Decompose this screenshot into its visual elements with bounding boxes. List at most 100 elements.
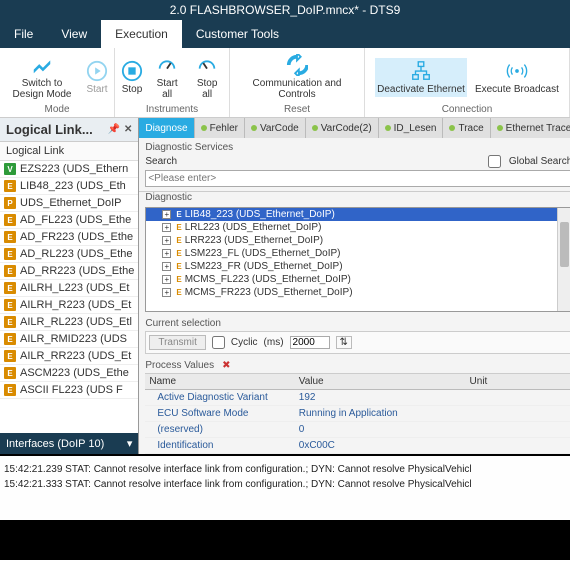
stepper-icon[interactable]: ⇅ — [336, 336, 352, 349]
diag-services-label: Diagnostic Services — [145, 142, 570, 153]
gauge-icon — [156, 54, 178, 76]
close-icon[interactable]: ✕ — [124, 124, 132, 135]
transmit-button[interactable]: Transmit — [149, 335, 206, 350]
col-value[interactable]: Value — [295, 374, 466, 389]
list-item[interactable]: EASCII FL223 (UDS F — [0, 382, 138, 399]
bottom-bar — [0, 520, 570, 560]
menu-bar: File View Execution Customer Tools — [0, 20, 570, 48]
process-values-table: Name Value Unit Active Diagnostic Varian… — [145, 373, 570, 454]
deact-label: Deactivate Ethernet — [377, 84, 465, 95]
list-item[interactable]: ELIB48_223 (UDS_Eth — [0, 178, 138, 195]
chevron-down-icon: ▾ — [127, 437, 133, 450]
process-values-label: Process Values — [145, 360, 214, 371]
pin-pv-icon[interactable]: ✖ — [222, 360, 230, 371]
design-label: Switch to Design Mode — [6, 78, 78, 100]
list-item[interactable]: EAILRH_L223 (UDS_Et — [0, 280, 138, 297]
pin-icon[interactable]: 📌 — [108, 124, 120, 135]
lp-subheader: Logical Link — [0, 142, 138, 161]
list-item[interactable]: EAD_RL223 (UDS_Ethe — [0, 246, 138, 263]
col-name[interactable]: Name — [145, 374, 294, 389]
menu-view[interactable]: View — [47, 20, 101, 48]
gauge2-icon — [196, 54, 218, 76]
list-item[interactable]: EAILR_RMID223 (UDS — [0, 331, 138, 348]
list-item[interactable]: EAILR_RR223 (UDS_Et — [0, 348, 138, 365]
tree-item[interactable]: +E MCMS_FL223 (UDS_Ethernet_DoIP) — [146, 273, 570, 286]
conn-label: Connection — [442, 104, 493, 115]
mode-group-label: Mode — [44, 104, 69, 115]
cyclic-label: Cyclic — [231, 337, 258, 348]
tab-bar: DiagnoseFehlerVarCodeVarCode(2)ID_LesenT… — [139, 118, 570, 138]
interfaces-label: Interfaces (DoIP 10) — [6, 438, 104, 450]
menu-execution[interactable]: Execution — [101, 20, 182, 48]
tab-id_lesen[interactable]: ID_Lesen — [379, 118, 444, 138]
list-item[interactable]: EAD_FL223 (UDS_Ethe — [0, 212, 138, 229]
cyclic-checkbox[interactable] — [212, 336, 225, 349]
menu-customer[interactable]: Customer Tools — [182, 20, 293, 48]
broadcast-icon — [506, 60, 528, 82]
col-unit[interactable]: Unit — [466, 374, 570, 389]
comm-label: Communication and Controls — [236, 78, 358, 100]
tab-fehler[interactable]: Fehler — [195, 118, 245, 138]
tree-item[interactable]: +E MCMS_FR223 (UDS_Ethernet_DoIP) — [146, 286, 570, 299]
table-row[interactable]: ECU Software ModeRunning in Application — [145, 406, 570, 422]
list-item[interactable]: PUDS_Ethernet_DoIP — [0, 195, 138, 212]
global-search-checkbox[interactable] — [488, 155, 501, 168]
design-mode-button[interactable]: Switch to Design Mode — [6, 54, 78, 100]
tab-trace[interactable]: Trace — [443, 118, 490, 138]
logical-link-list[interactable]: VEZS223 (UDS_EthernELIB48_223 (UDS_EthPU… — [0, 161, 138, 433]
tab-diagnose[interactable]: Diagnose — [139, 118, 194, 138]
list-item[interactable]: EAILRH_R223 (UDS_Et — [0, 297, 138, 314]
diagnostic-tree[interactable]: +E LIB48_223 (UDS_Ethernet_DoIP)+E LRL22… — [145, 207, 570, 312]
list-item[interactable]: EASCM223 (UDS_Ethe — [0, 365, 138, 382]
instruments-label: Instruments — [146, 104, 198, 115]
refresh-icon — [286, 54, 308, 76]
table-row[interactable]: Active Diagnostic Variant192 — [145, 390, 570, 406]
stop-icon — [121, 60, 143, 82]
diagnostic-label: Diagnostic — [139, 192, 570, 203]
tree-item[interactable]: +E LRR223 (UDS_Ethernet_DoIP) — [146, 234, 570, 247]
ribbon: Switch to Design Mode Start Mode Stop St… — [0, 48, 570, 118]
logical-link-pane: Logical Link... 📌 ✕ Logical Link VEZS223 … — [0, 118, 139, 454]
stopall-button[interactable]: Stop all — [191, 54, 223, 100]
startall-label: Start all — [151, 78, 183, 100]
tree-scrollbar[interactable] — [557, 208, 570, 311]
play-icon — [86, 60, 108, 82]
table-row[interactable]: (reserved)0 — [145, 422, 570, 438]
current-selection-label: Current selection — [145, 318, 570, 329]
table-row[interactable]: Identification0xC00C — [145, 438, 570, 454]
lp-title: Logical Link... — [6, 122, 93, 137]
menu-file[interactable]: File — [0, 20, 47, 48]
list-item[interactable]: EAILR_RL223 (UDS_Etl — [0, 314, 138, 331]
reset-label: Reset — [284, 104, 310, 115]
list-item[interactable]: EAD_RR223 (UDS_Ethe — [0, 263, 138, 280]
design-icon — [31, 54, 53, 76]
tree-item[interactable]: +E LSM223_FL (UDS_Ethernet_DoIP) — [146, 247, 570, 260]
window-title: 2.0 FLASHBROWSER_DoIP.mncx* - DTS9 — [0, 0, 570, 20]
ms-input[interactable] — [290, 336, 330, 349]
tree-item[interactable]: +E LRL223 (UDS_Ethernet_DoIP) — [146, 221, 570, 234]
stop-label: Stop — [122, 84, 143, 95]
stopall-label: Stop all — [191, 78, 223, 100]
search-label: Search — [145, 156, 177, 167]
tree-item[interactable]: +E LSM223_FR (UDS_Ethernet_DoIP) — [146, 260, 570, 273]
tab-ethernet trace[interactable]: Ethernet Trace — [491, 118, 570, 138]
deactivate-eth-button[interactable]: Deactivate Ethernet — [375, 58, 467, 97]
startall-button[interactable]: Start all — [151, 54, 183, 100]
stop-button[interactable]: Stop — [121, 60, 143, 95]
list-item[interactable]: VEZS223 (UDS_Ethern — [0, 161, 138, 178]
exec-label: Execute Broadcast — [475, 84, 559, 95]
tab-varcode[interactable]: VarCode — [245, 118, 306, 138]
list-item[interactable]: EAD_FR223 (UDS_Ethe — [0, 229, 138, 246]
tab-varcode(2)[interactable]: VarCode(2) — [306, 118, 379, 138]
comm-button[interactable]: Communication and Controls — [236, 54, 358, 100]
ms-label: (ms) — [264, 337, 284, 348]
start-label: Start — [86, 84, 107, 95]
start-button[interactable]: Start — [86, 60, 108, 95]
tree-item[interactable]: +E LIB48_223 (UDS_Ethernet_DoIP) — [146, 208, 570, 221]
log-console[interactable]: 15:42:21.239 STAT: Cannot resolve interf… — [0, 454, 570, 520]
exec-broadcast-button[interactable]: Execute Broadcast — [475, 60, 559, 95]
search-input[interactable] — [145, 170, 570, 187]
center-pane: DiagnoseFehlerVarCodeVarCode(2)ID_LesenT… — [139, 118, 570, 454]
ethernet-icon — [410, 60, 432, 82]
interfaces-footer[interactable]: Interfaces (DoIP 10) ▾ — [0, 433, 138, 454]
